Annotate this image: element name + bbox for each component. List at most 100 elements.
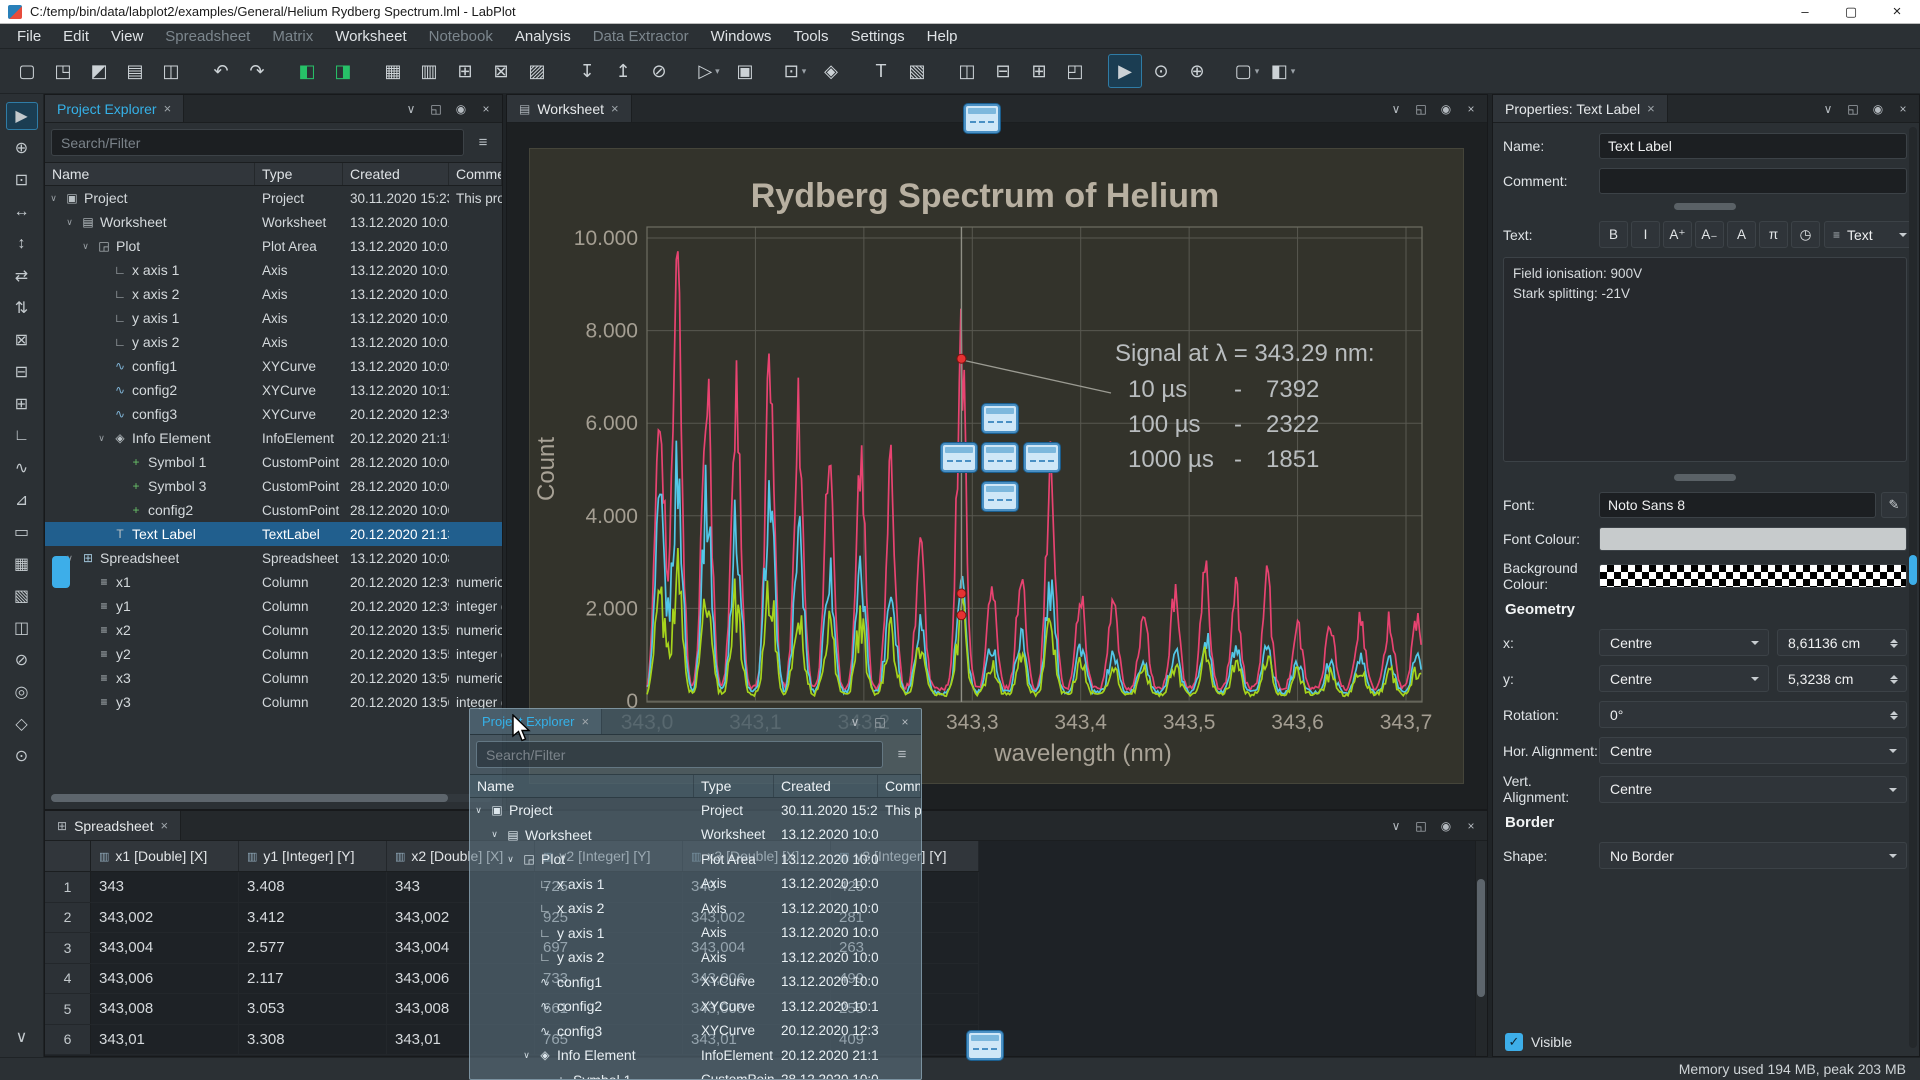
tab-worksheet[interactable]: ▤ Worksheet × (507, 95, 632, 122)
spreadsheet-cell[interactable]: 2.117 (239, 964, 387, 994)
dock-indicator-center-right[interactable] (1024, 443, 1060, 472)
magnify-button[interactable]: ◈ (814, 54, 848, 88)
dock-close-button[interactable]: × (897, 715, 913, 729)
tab-project-explorer[interactable]: Project Explorer × (45, 95, 184, 122)
redo-button[interactable]: ↷ (240, 54, 274, 88)
auto-scale-y-tool-button[interactable]: ⊞ (6, 390, 38, 418)
rotation-spinbox[interactable]: 0° (1599, 701, 1907, 728)
new-matrix-button[interactable]: ⊞ (448, 54, 482, 88)
scroll-down-button[interactable]: ∨ (6, 1023, 38, 1051)
menu-data-extractor[interactable]: Data Extractor (582, 26, 700, 47)
maximize-button[interactable]: ▢ (1828, 0, 1874, 24)
tree-row-y-axis-1[interactable]: ∟y axis 1Axis13.12.2020 10:01 (45, 306, 502, 330)
menu-edit[interactable]: Edit (52, 26, 100, 47)
font-picker-button[interactable]: ✎ (1881, 492, 1907, 518)
dock-indicator-center-bottom[interactable] (982, 482, 1018, 511)
menu-help[interactable]: Help (916, 26, 969, 47)
new-spreadsheet-button[interactable]: ▥ (412, 54, 446, 88)
tab-properties[interactable]: Properties: Text Label × (1493, 95, 1668, 122)
zoom-mode-button[interactable]: ⊙ (1144, 54, 1178, 88)
layout-vertical-button[interactable]: ◫ (950, 54, 984, 88)
print-preview-button[interactable]: ◫ (154, 54, 188, 88)
menu-analysis[interactable]: Analysis (504, 26, 582, 47)
name-input[interactable] (1599, 133, 1907, 159)
add-axis-tool-button[interactable]: ∟ (6, 422, 38, 450)
tree-row-info-element[interactable]: ∨◈Info ElementInfoElement20.12.2020 21:1… (45, 426, 502, 450)
new-datasource-button[interactable]: ▷▾ (692, 54, 726, 88)
info-marker-point[interactable] (957, 354, 966, 363)
tree-row-config2[interactable]: +config2CustomPoint28.12.2020 10:06 (45, 498, 502, 522)
info-label-header[interactable]: Signal at λ = 343.29 nm: (1115, 340, 1375, 367)
auto-scale-tool-button[interactable]: ⊠ (6, 326, 38, 354)
tree-row-y-axis-1[interactable]: ∟y axis 1Axis13.12.2020 10:01 (470, 921, 921, 946)
select-tool-button[interactable]: ▶ (6, 102, 38, 130)
font-input[interactable] (1599, 492, 1876, 518)
expand-chevron-icon[interactable]: ∨ (95, 433, 108, 444)
close-icon[interactable]: × (581, 714, 589, 729)
expand-chevron-icon[interactable]: ∨ (63, 217, 76, 228)
visible-checkbox[interactable]: ✓ (1505, 1033, 1523, 1051)
zoom-x-select-tool-button[interactable]: ↔ (6, 198, 38, 226)
column-header-name[interactable]: Name (45, 163, 255, 185)
new-plot-button[interactable]: ▣ (728, 54, 762, 88)
tile-windows-button[interactable]: ◧ (290, 54, 324, 88)
tree-row-x-axis-2[interactable]: ∟x axis 2Axis13.12.2020 10:01 (45, 282, 502, 306)
tree-row-x-axis-2[interactable]: ∟x axis 2Axis13.12.2020 10:01 (470, 896, 921, 921)
close-icon[interactable]: × (1647, 101, 1655, 116)
tree-row-config3[interactable]: ∿config3XYCurve20.12.2020 12:39 (45, 402, 502, 426)
zoom-dropdown[interactable]: ⊡▾ (778, 54, 812, 88)
dock-pin-button[interactable]: ◉ (1438, 819, 1454, 833)
info-marker-point[interactable] (957, 589, 966, 598)
menu-file[interactable]: File (6, 26, 52, 47)
expand-chevron-icon[interactable]: ∨ (47, 193, 60, 204)
text-mode-dropdown[interactable]: ≡ Text (1824, 221, 1916, 248)
search-input[interactable] (51, 129, 464, 156)
column-header-x1[interactable]: ▥x1 [Double] [X] (91, 841, 239, 871)
tree-row-y-axis-2[interactable]: ∟y axis 2Axis13.12.2020 10:01 (45, 330, 502, 354)
auto-scale-x-tool-button[interactable]: ⊟ (6, 358, 38, 386)
comment-input[interactable] (1599, 168, 1907, 194)
dock-float-button[interactable]: ◱ (1845, 102, 1861, 116)
menu-spreadsheet[interactable]: Spreadsheet (154, 26, 261, 47)
dock-pin-button[interactable]: ◉ (453, 102, 469, 116)
add-image-tool-button[interactable]: ▧ (6, 582, 38, 610)
select-mode-dropdown[interactable]: ▢▾ (1230, 54, 1264, 88)
select-region-button[interactable]: ⊕ (1180, 54, 1214, 88)
dock-float-button[interactable]: ◱ (872, 715, 888, 729)
info-marker-point[interactable] (957, 611, 966, 620)
dock-float-button[interactable]: ◱ (1413, 102, 1429, 116)
tree-row-project[interactable]: ∨▣ProjectProject30.11.2020 15:23This pro… (45, 186, 502, 210)
label-text-editor[interactable]: Field ionisation: 900V Stark splitting: … (1503, 257, 1907, 462)
dock-indicator-center[interactable] (982, 443, 1018, 472)
spreadsheet-cell[interactable]: 343,01 (91, 1025, 239, 1055)
column-header-name[interactable]: Name (470, 775, 694, 797)
layout-break-button[interactable]: ◰ (1058, 54, 1092, 88)
add-text-button[interactable]: T (864, 54, 898, 88)
tree-row-y-axis-2[interactable]: ∟y axis 2Axis13.12.2020 10:01 (470, 945, 921, 970)
scrollbar-thumb[interactable] (1477, 879, 1485, 997)
no-layout-tool-button[interactable]: ⊘ (6, 646, 38, 674)
menu-matrix[interactable]: Matrix (261, 26, 324, 47)
tree-row-x-axis-1[interactable]: ∟x axis 1Axis13.12.2020 10:01 (45, 258, 502, 282)
shift-y-tool-button[interactable]: ⇅ (6, 294, 38, 322)
open-project-button[interactable]: ◳ (46, 54, 80, 88)
dock-pin-button[interactable]: ◉ (1870, 102, 1886, 116)
tree-row-y2[interactable]: ≡y2Column20.12.2020 13:55integer da (45, 642, 502, 666)
splitter-handle[interactable] (1674, 203, 1736, 210)
y-position-dropdown[interactable]: Centre (1599, 665, 1769, 692)
zoom-y-select-tool-button[interactable]: ↕ (6, 230, 38, 258)
spreadsheet-cell[interactable]: 343,006 (91, 964, 239, 994)
undo-button[interactable]: ↶ (204, 54, 238, 88)
vert-alignment-dropdown[interactable]: Centre (1599, 776, 1907, 803)
menu-view[interactable]: View (100, 26, 154, 47)
horizontal-scrollbar[interactable] (51, 794, 492, 802)
tree-row-plot[interactable]: ∨◲PlotPlot Area13.12.2020 10:01 (470, 847, 921, 872)
add-histogram-tool-button[interactable]: ⊿ (6, 486, 38, 514)
spreadsheet-cell[interactable]: 343 (91, 872, 239, 902)
column-header-created[interactable]: Created (343, 163, 449, 185)
tab-spreadsheet[interactable]: ⊞ Spreadsheet × (45, 811, 181, 840)
dock-pin-button[interactable]: ◉ (1438, 102, 1454, 116)
tab-project-explorer-floating[interactable]: Project Explorer × (470, 709, 602, 734)
tree-row-x3[interactable]: ≡x3Column20.12.2020 13:56numerical (45, 666, 502, 690)
dock-menu-button[interactable]: ∨ (403, 102, 419, 116)
